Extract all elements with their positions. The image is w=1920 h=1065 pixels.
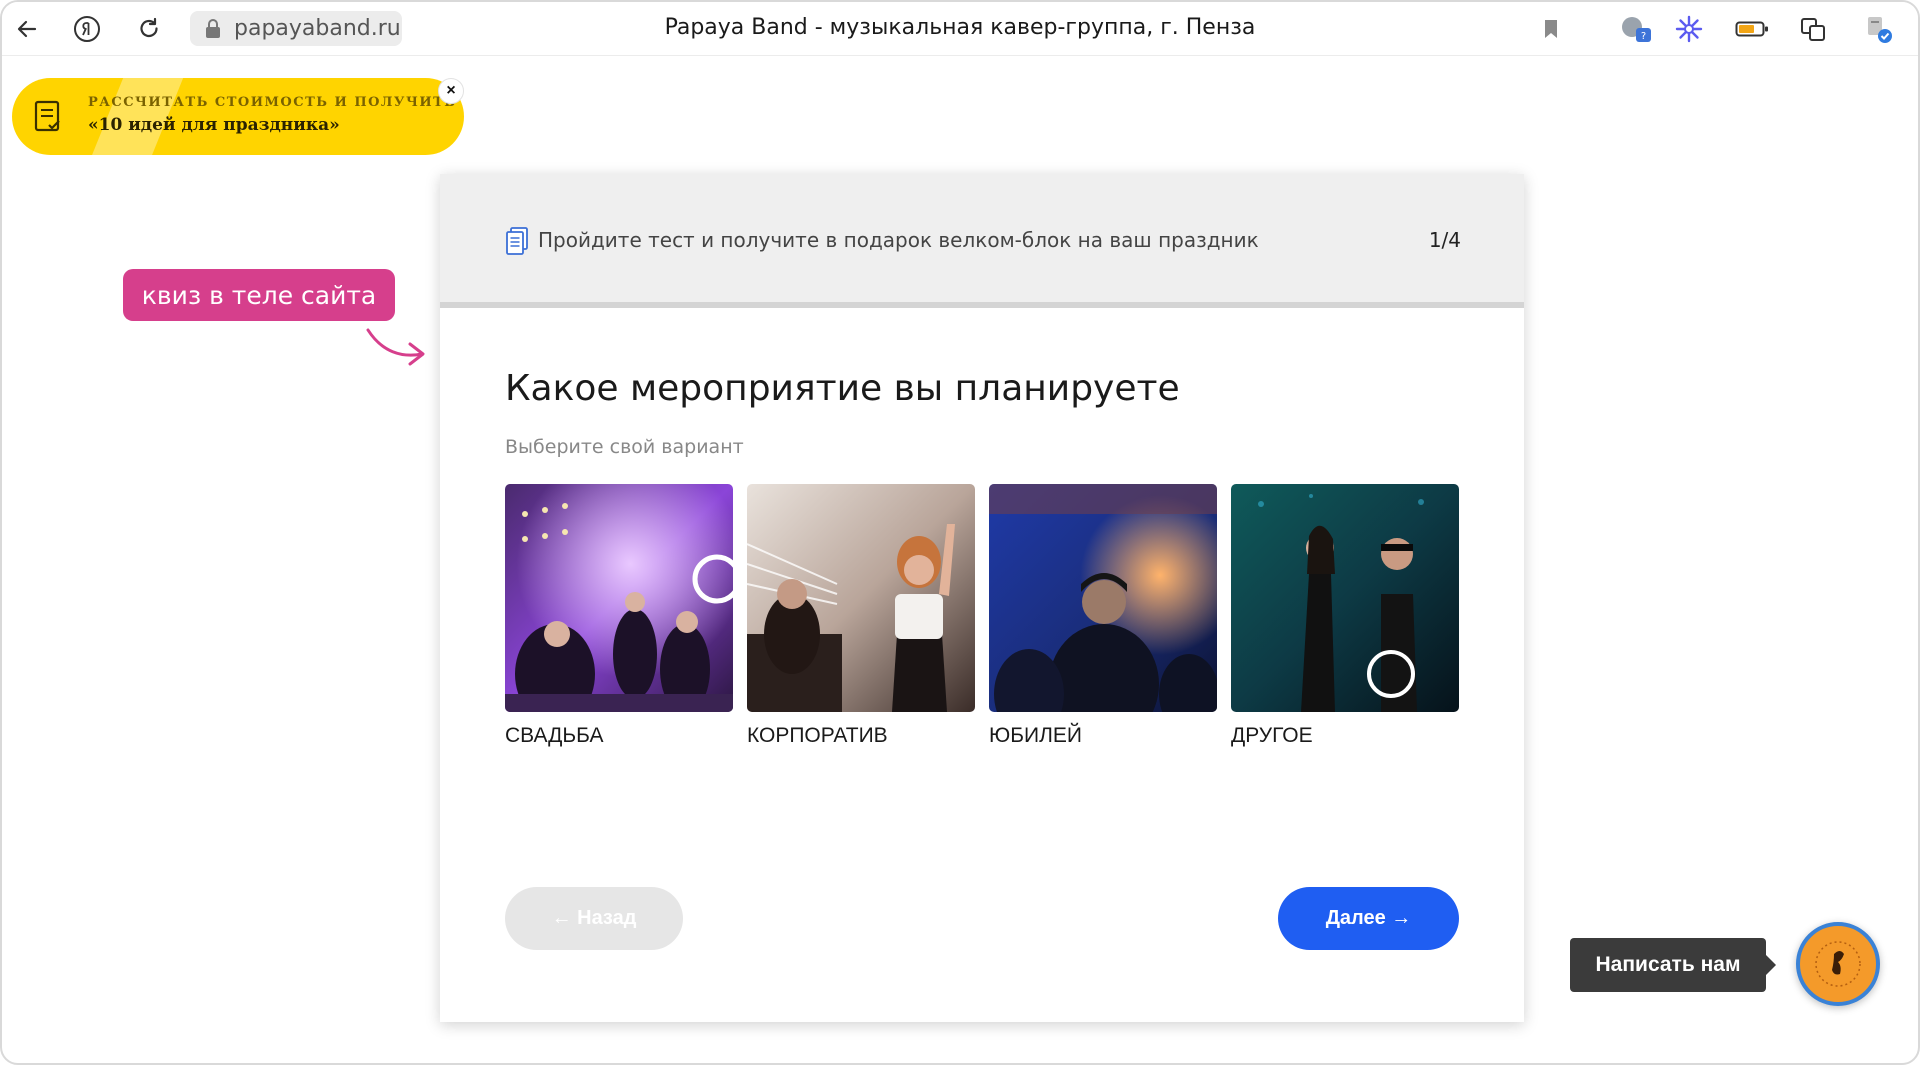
promo-banner[interactable]: РАССЧИТАТЬ СТОИМОСТЬ И ПОЛУЧИТЬ «10 идей… bbox=[12, 78, 464, 155]
annotation-label: квиз в теле сайта bbox=[123, 269, 395, 321]
checklist-icon bbox=[34, 100, 60, 132]
promo-line1: РАССЧИТАТЬ СТОИМОСТЬ И ПОЛУЧИТЬ bbox=[88, 95, 457, 110]
corporate-photo bbox=[747, 484, 975, 712]
answer-options: СВАДЬБА КОРПОРАТИВ ЮБИЛЕЙ ДРУГОЕ bbox=[505, 484, 1459, 748]
option-label: ЮБИЛЕЙ bbox=[989, 724, 1082, 747]
browser-window: papayaband.ru Papaya Band - музыкальная … bbox=[0, 0, 1920, 1065]
bookmark-icon[interactable] bbox=[1536, 14, 1566, 44]
chat-widget-button[interactable] bbox=[1796, 922, 1880, 1006]
option-anniversary[interactable]: ЮБИЛЕЙ bbox=[989, 484, 1217, 748]
option-other[interactable]: ДРУГОЕ bbox=[1231, 484, 1459, 748]
quiz-step-counter: 1/4 bbox=[1428, 228, 1461, 252]
papaya-logo-icon bbox=[1802, 928, 1874, 1000]
battery-icon[interactable] bbox=[1734, 14, 1770, 44]
option-label: КОРПОРАТИВ bbox=[747, 724, 888, 747]
tooltip-arrow bbox=[1766, 955, 1776, 975]
other-photo bbox=[1231, 484, 1459, 712]
wedding-photo bbox=[505, 484, 733, 712]
downloads-icon[interactable] bbox=[1864, 14, 1894, 44]
anniversary-photo bbox=[989, 484, 1217, 712]
option-label: СВАДЬБА bbox=[505, 724, 604, 747]
back-button[interactable]: ← Назад bbox=[505, 887, 683, 950]
option-corporate[interactable]: КОРПОРАТИВ bbox=[747, 484, 975, 748]
screenshot-icon[interactable] bbox=[1798, 14, 1828, 44]
option-wedding[interactable]: СВАДЬБА bbox=[505, 484, 733, 748]
quiz-header-text: Пройдите тест и получите в подарок велко… bbox=[538, 228, 1259, 252]
quiz-header: Пройдите тест и получите в подарок велко… bbox=[440, 174, 1524, 308]
chat-tooltip-text: Написать нам bbox=[1595, 953, 1741, 976]
option-label: ДРУГОЕ bbox=[1231, 724, 1313, 747]
browser-toolbar: papayaband.ru Papaya Band - музыкальная … bbox=[2, 2, 1918, 56]
annotation-arrow-icon bbox=[366, 328, 425, 366]
svg-text:?: ? bbox=[1641, 31, 1646, 42]
promo-line2: «10 идей для праздника» bbox=[88, 115, 340, 135]
chat-tooltip[interactable]: Написать нам bbox=[1570, 938, 1776, 992]
next-button[interactable]: Далее → bbox=[1278, 887, 1459, 950]
documents-icon bbox=[506, 227, 528, 255]
question-subtitle: Выберите свой вариант bbox=[505, 436, 744, 458]
quiz-card: Пройдите тест и получите в подарок велко… bbox=[440, 174, 1524, 1022]
promo-close-button[interactable]: × bbox=[438, 78, 464, 104]
question-title: Какое мероприятие вы планируете bbox=[505, 368, 1180, 409]
snowflake-icon[interactable] bbox=[1674, 14, 1704, 44]
translate-icon[interactable]: ? bbox=[1618, 14, 1654, 44]
